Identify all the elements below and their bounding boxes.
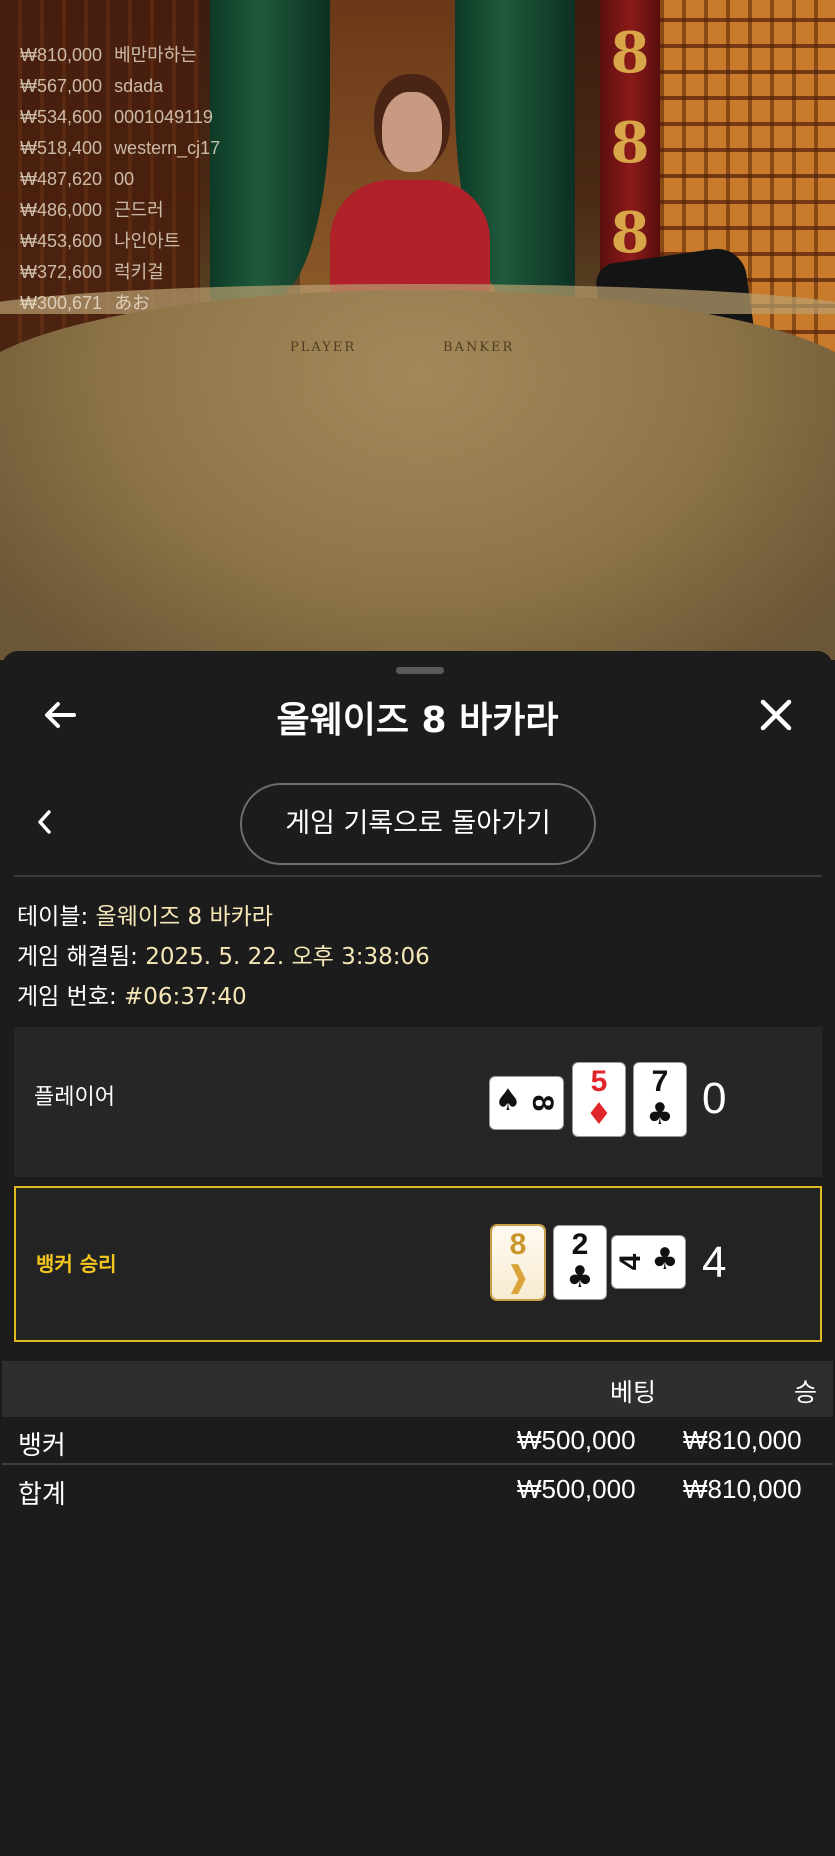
leaderboard-row: ₩300,671 あお xyxy=(20,293,151,313)
info-table-label: 테이블: xyxy=(17,904,89,930)
total-label: 합계 xyxy=(18,1480,66,1510)
playing-card: 5 ♦ xyxy=(573,1063,625,1136)
leaderboard-row: ₩810,000 베만마하는 xyxy=(20,45,197,65)
column-bet-header: 베팅 xyxy=(610,1378,657,1407)
leaderboard-row: ₩453,600 나인아트 xyxy=(20,231,181,251)
banker-hand: 뱅커 승리 8 ❱ 2 ♣ 4 ♣ 4 xyxy=(14,1186,822,1342)
club-icon: ♣ xyxy=(646,1097,674,1132)
felt-player-text: PLAYER xyxy=(290,340,357,355)
win-amount: ₩810,000 xyxy=(683,1425,802,1455)
total-row: 합계 ₩500,000 ₩810,000 xyxy=(2,1468,833,1516)
playing-card: 4 ♣ xyxy=(612,1236,685,1288)
back-to-history-button[interactable]: 게임 기록으로 돌아가기 xyxy=(240,783,596,865)
card-rank: 8 xyxy=(509,1228,527,1261)
spade-icon: ♠ xyxy=(494,1083,522,1118)
total-win-amount: ₩810,000 xyxy=(683,1474,802,1504)
info-game-number-label: 게임 번호: xyxy=(17,984,117,1010)
info-resolved: 게임 해결됨: 2025. 5. 22. 오후 3:38:06 xyxy=(17,937,430,971)
info-game-number-value: #06:37:40 xyxy=(124,984,247,1010)
divider xyxy=(14,875,822,877)
card-rank: 8 xyxy=(526,1094,559,1112)
table-row: 뱅커 ₩500,000 ₩810,000 xyxy=(2,1419,833,1467)
info-resolved-value: 2025. 5. 22. 오후 3:38:06 xyxy=(145,944,430,970)
table-felt xyxy=(0,290,835,660)
felt-banker-text: BANKER xyxy=(443,340,515,355)
leaderboard-row: ₩487,620 00 xyxy=(20,169,135,189)
game-detail-sheet: 올웨이즈 8 바카라 게임 기록으로 돌아가기 테이블: 올웨이즈 8 바카라 … xyxy=(2,651,833,1856)
column-win-header: 승 xyxy=(794,1378,818,1407)
club-icon: ♣ xyxy=(566,1260,594,1295)
info-table-value: 올웨이즈 8 바카라 xyxy=(95,904,273,930)
divider xyxy=(2,1463,833,1465)
leaderboard-row: ₩486,000 근드러 xyxy=(20,200,164,220)
leaderboard-row: ₩518,400 western_cj17 xyxy=(20,138,221,158)
card-rank: 7 xyxy=(651,1065,669,1098)
dealer-head xyxy=(382,92,442,172)
live-video: 8 8 8 PLAYER BANKER ₩810,000 베만마하는 ₩567,0… xyxy=(0,0,835,660)
leaderboard-row: ₩567,000 sdada xyxy=(20,76,164,96)
playing-card: 2 ♣ xyxy=(554,1226,606,1299)
playing-card: 8 ❱ xyxy=(492,1226,544,1299)
leaderboard-row: ₩534,600 0001049119 xyxy=(20,107,213,127)
playing-card: ♠ 8 xyxy=(490,1077,563,1129)
info-game-number: 게임 번호: #06:37:40 xyxy=(17,977,247,1011)
sheet-title: 올웨이즈 8 바카라 xyxy=(276,700,559,741)
decor-pillar: 8 8 8 xyxy=(600,0,660,300)
winners-leaderboard: ₩810,000 베만마하는 ₩567,000 sdada ₩534,600 0001… xyxy=(20,40,220,319)
bet-amount: ₩500,000 xyxy=(517,1425,636,1455)
sheet-drag-handle[interactable] xyxy=(396,667,444,674)
card-rank: 5 xyxy=(590,1065,608,1098)
chevron-left-icon[interactable] xyxy=(34,807,56,837)
diamond-icon: ♦ xyxy=(585,1097,613,1132)
info-table: 테이블: 올웨이즈 8 바카라 xyxy=(17,897,273,931)
player-hand: 플레이어 ♠ 8 5 ♦ 7 ♣ 0 xyxy=(14,1027,822,1177)
close-icon[interactable] xyxy=(756,695,796,735)
card-rank: 4 xyxy=(614,1253,647,1271)
player-hand-label: 플레이어 xyxy=(34,1085,115,1110)
player-score: 0 xyxy=(702,1074,727,1123)
gold-suit-icon: ❱ xyxy=(505,1260,531,1295)
card-rank: 2 xyxy=(571,1228,589,1261)
banker-score: 4 xyxy=(702,1238,727,1287)
total-bet-amount: ₩500,000 xyxy=(517,1474,636,1504)
info-resolved-label: 게임 해결됨: xyxy=(17,944,138,970)
bets-table-header: 베팅 승 xyxy=(2,1361,833,1417)
banker-hand-label: 뱅커 승리 xyxy=(36,1252,117,1276)
bet-name: 뱅커 xyxy=(18,1431,66,1461)
playing-card: 7 ♣ xyxy=(634,1063,686,1136)
club-icon: ♣ xyxy=(651,1242,679,1277)
leaderboard-row: ₩372,600 럭키걸 xyxy=(20,262,164,282)
